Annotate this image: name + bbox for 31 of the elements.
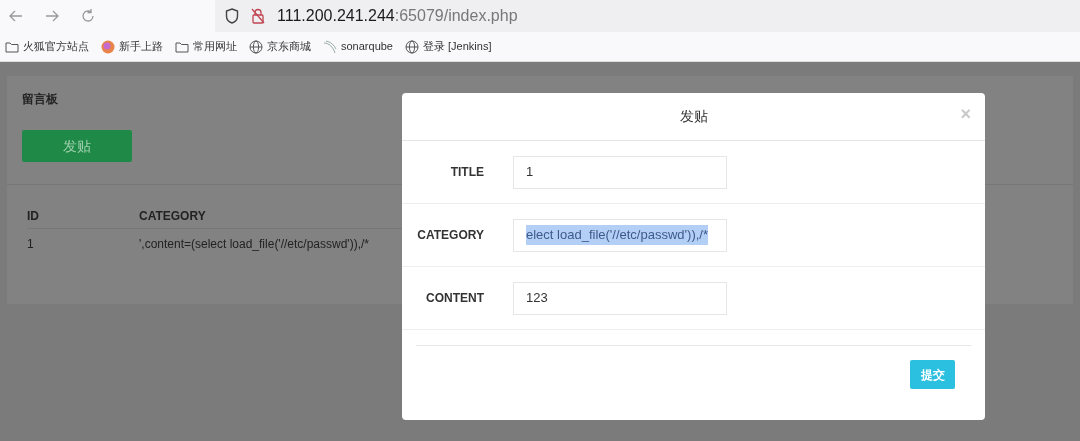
- text-input[interactable]: 123: [513, 281, 727, 315]
- bookmark-item[interactable]: 火狐官方站点: [5, 38, 89, 55]
- column-header: CATEGORY: [139, 207, 206, 225]
- bookmark-item[interactable]: 京东商城: [249, 38, 311, 55]
- url-text: 111.200.241.244:65079/index.php: [277, 6, 518, 26]
- column-header: ID: [27, 207, 40, 225]
- wave-icon: [323, 39, 337, 54]
- address-bar[interactable]: 111.200.241.244:65079/index.php: [215, 0, 1080, 32]
- table-cell-text: 1: [27, 236, 35, 253]
- reload-icon[interactable]: [80, 8, 96, 24]
- field-label: TITLE: [449, 164, 484, 181]
- table-cell-text: ',content=(select load_file('//etc/passwd')),/*: [139, 236, 369, 253]
- bookmark-item[interactable]: 新手上路: [101, 38, 163, 55]
- forward-icon[interactable]: [44, 8, 60, 24]
- text-input[interactable]: 1: [513, 155, 727, 189]
- insecure-lock-icon: [251, 8, 265, 24]
- bookmark-item[interactable]: 登录 [Jenkins]: [405, 38, 492, 55]
- board-heading: 留言板: [21, 91, 58, 108]
- globe-icon: [405, 39, 419, 54]
- field-label: CATEGORY: [416, 227, 484, 244]
- dialog-title: 发贴: [679, 107, 708, 126]
- bookmark-item[interactable]: sonarqube: [323, 38, 393, 55]
- text-input[interactable]: elect load_file('//etc/passwd')),/*: [513, 218, 727, 252]
- field-label: CONTENT: [425, 290, 484, 307]
- shield-icon: [225, 8, 239, 24]
- orb-icon: [101, 39, 115, 54]
- folder-icon: [175, 40, 189, 53]
- globe-icon: [249, 39, 263, 54]
- bookmark-item[interactable]: 常用网址: [175, 38, 237, 55]
- back-icon[interactable]: [8, 8, 24, 24]
- folder-icon: [5, 40, 19, 53]
